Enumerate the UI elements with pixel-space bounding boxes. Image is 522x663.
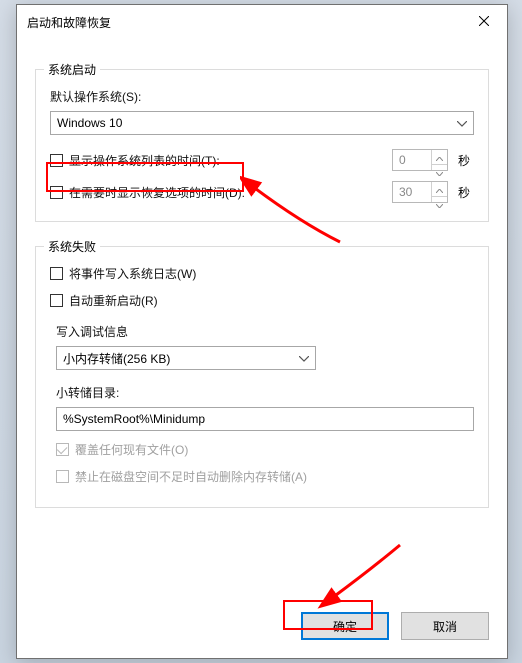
- spinner-down[interactable]: [432, 165, 447, 179]
- show-os-list-spinner[interactable]: 0: [392, 149, 448, 171]
- chevron-down-icon: [299, 351, 309, 365]
- dump-type-select[interactable]: 小内存转储(256 KB): [56, 346, 316, 370]
- system-fail-group: 系统失败 将事件写入系统日志(W) 自动重新启动(R) 写入调试信息 小内存转储…: [35, 246, 489, 508]
- overwrite-label: 覆盖任何现有文件(O): [75, 441, 188, 458]
- show-os-list-value: 0: [393, 150, 431, 170]
- auto-restart-checkbox[interactable]: [50, 294, 63, 307]
- ok-label: 确定: [333, 618, 357, 635]
- spinner-buttons: [431, 150, 447, 170]
- default-os-value: Windows 10: [57, 116, 122, 130]
- chevron-up-icon: [436, 182, 443, 196]
- overwrite-checkbox: [56, 443, 69, 456]
- write-event-label: 将事件写入系统日志(W): [69, 265, 196, 282]
- chevron-down-icon: [457, 116, 467, 130]
- spinner-down[interactable]: [432, 197, 447, 211]
- show-recovery-spinner[interactable]: 30: [392, 181, 448, 203]
- startup-recovery-dialog: 启动和故障恢复 系统启动 默认操作系统(S): Windows 10 显示操作系…: [16, 4, 508, 659]
- close-button[interactable]: [461, 6, 507, 38]
- spinner-up[interactable]: [432, 182, 447, 197]
- cancel-label: 取消: [433, 618, 457, 635]
- dialog-body: 系统启动 默认操作系统(S): Windows 10 显示操作系统列表的时间(T…: [17, 39, 507, 658]
- close-icon: [479, 15, 489, 29]
- chevron-up-icon: [436, 150, 443, 164]
- seconds-unit: 秒: [458, 152, 474, 169]
- debug-info-label: 写入调试信息: [56, 323, 128, 340]
- spinner-buttons: [431, 182, 447, 202]
- system-start-title: 系统启动: [44, 61, 100, 78]
- seconds-unit: 秒: [458, 184, 474, 201]
- show-recovery-label: 在需要时显示恢复选项的时间(D):: [69, 184, 245, 201]
- spinner-up[interactable]: [432, 150, 447, 165]
- dump-type-value: 小内存转储(256 KB): [63, 350, 170, 367]
- system-fail-title: 系统失败: [44, 238, 100, 255]
- system-start-group: 系统启动 默认操作系统(S): Windows 10 显示操作系统列表的时间(T…: [35, 69, 489, 222]
- dump-dir-value: %SystemRoot%\Minidump: [63, 412, 205, 426]
- show-recovery-checkbox[interactable]: [50, 186, 63, 199]
- chevron-down-icon: [436, 165, 443, 179]
- titlebar: 启动和故障恢复: [17, 5, 507, 39]
- cancel-button[interactable]: 取消: [401, 612, 489, 640]
- show-recovery-value: 30: [393, 182, 431, 202]
- show-os-list-checkbox[interactable]: [50, 154, 63, 167]
- auto-restart-label: 自动重新启动(R): [69, 292, 158, 309]
- write-event-checkbox[interactable]: [50, 267, 63, 280]
- dump-dir-input[interactable]: %SystemRoot%\Minidump: [56, 407, 474, 431]
- dialog-title: 启动和故障恢复: [27, 14, 461, 31]
- default-os-label: 默认操作系统(S):: [50, 88, 141, 105]
- disable-autodel-label: 禁止在磁盘空间不足时自动删除内存转储(A): [75, 468, 307, 485]
- dialog-buttons: 确定 取消: [301, 612, 489, 640]
- dump-dir-label: 小转储目录:: [56, 384, 119, 401]
- chevron-down-icon: [436, 197, 443, 211]
- disable-autodel-checkbox: [56, 470, 69, 483]
- default-os-select[interactable]: Windows 10: [50, 111, 474, 135]
- show-os-list-label: 显示操作系统列表的时间(T):: [69, 152, 220, 169]
- ok-button[interactable]: 确定: [301, 612, 389, 640]
